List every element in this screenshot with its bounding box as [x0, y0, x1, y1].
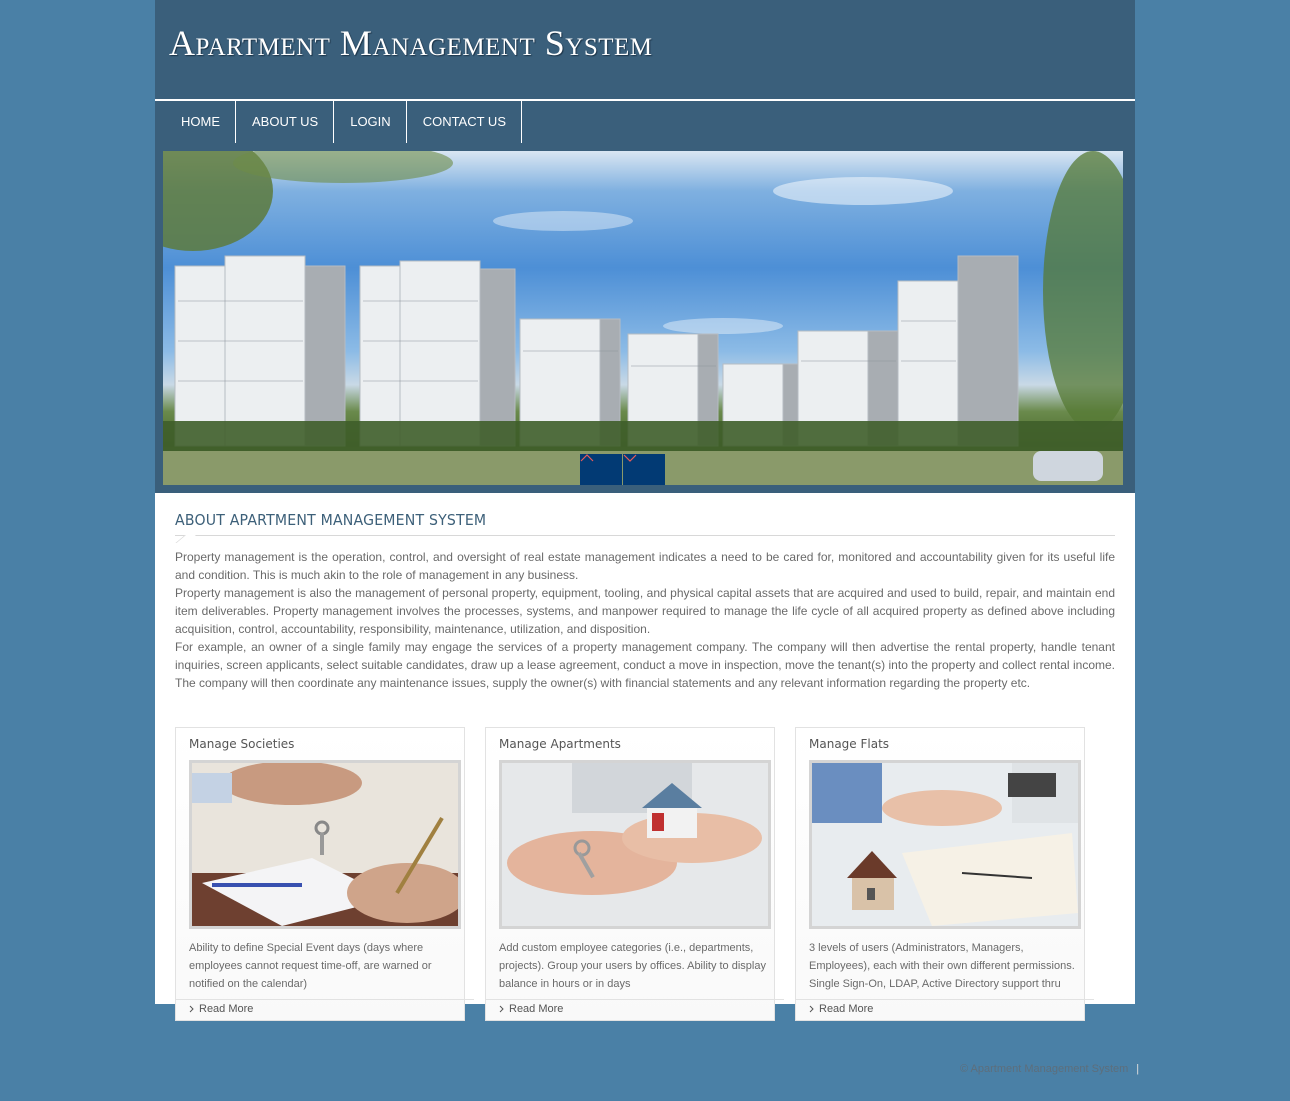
nav-home[interactable]: HOME — [165, 101, 236, 143]
feature-card-societies: Manage Societies Ability to define Speci… — [175, 727, 474, 1021]
site-title: Apartment Management System — [169, 23, 653, 63]
card-image-handshake-house — [809, 760, 1081, 929]
read-more-link[interactable]: Read More — [809, 1003, 873, 1015]
card-footer: Read More — [486, 999, 784, 1021]
card-description: Add custom employee categories (i.e., de… — [499, 942, 766, 990]
chevron-right-icon — [809, 1005, 814, 1013]
nav-login[interactable]: LOGIN — [334, 101, 407, 143]
feature-card-flats: Manage Flats 3 levels of users (Administ… — [795, 727, 1094, 1021]
card-description: Ability to define Special Event days (da… — [189, 942, 432, 990]
chevron-right-icon — [189, 1005, 194, 1013]
main-nav: HOME ABOUT US LOGIN CONTACT US — [165, 101, 522, 143]
header: Apartment Management System HOME ABOUT U… — [155, 0, 1135, 493]
main-content: ABOUT APARTMENT MANAGEMENT SYSTEM Proper… — [155, 493, 1135, 1021]
card-title: Manage Apartments — [499, 737, 621, 751]
read-more-link[interactable]: Read More — [499, 1003, 563, 1015]
about-paragraph: Property management is the operation, co… — [175, 550, 1115, 582]
footer-separator: | — [1136, 1063, 1140, 1075]
card-image-keys-contract — [189, 760, 461, 929]
page-wrapper: Apartment Management System HOME ABOUT U… — [155, 0, 1135, 1021]
feature-cards: Manage Societies Ability to define Speci… — [175, 727, 1094, 1021]
slider-prev-button[interactable] — [580, 454, 622, 485]
card-footer: Read More — [176, 999, 474, 1021]
read-more-label: Read More — [199, 1003, 254, 1015]
footer: © Apartment Management System | — [960, 1063, 1139, 1075]
read-more-label: Read More — [819, 1003, 874, 1015]
about-heading: ABOUT APARTMENT MANAGEMENT SYSTEM — [175, 511, 487, 529]
chevron-up-icon — [580, 454, 594, 462]
heading-divider — [175, 535, 1115, 548]
about-paragraph: Property management is also the manageme… — [175, 586, 1115, 636]
card-title: Manage Societies — [189, 737, 295, 751]
chevron-right-icon — [499, 1005, 504, 1013]
banner-slider — [163, 151, 1123, 485]
about-paragraph: For example, an owner of a single family… — [175, 640, 1115, 690]
copyright-text: © Apartment Management System — [960, 1063, 1129, 1075]
nav-contact-us[interactable]: CONTACT US — [407, 101, 522, 143]
card-title: Manage Flats — [809, 737, 890, 751]
nav-about-us[interactable]: ABOUT US — [236, 101, 335, 143]
card-description: 3 levels of users (Administrators, Manag… — [809, 942, 1075, 990]
chevron-down-icon — [623, 454, 637, 462]
card-footer: Read More — [796, 999, 1094, 1021]
read-more-link[interactable]: Read More — [189, 1003, 253, 1015]
card-image-house-keys — [499, 760, 771, 929]
read-more-label: Read More — [509, 1003, 564, 1015]
banner-image — [163, 151, 1123, 485]
slider-next-button[interactable] — [623, 454, 665, 485]
feature-card-apartments: Manage Apartments Add custom employee ca… — [485, 727, 784, 1021]
